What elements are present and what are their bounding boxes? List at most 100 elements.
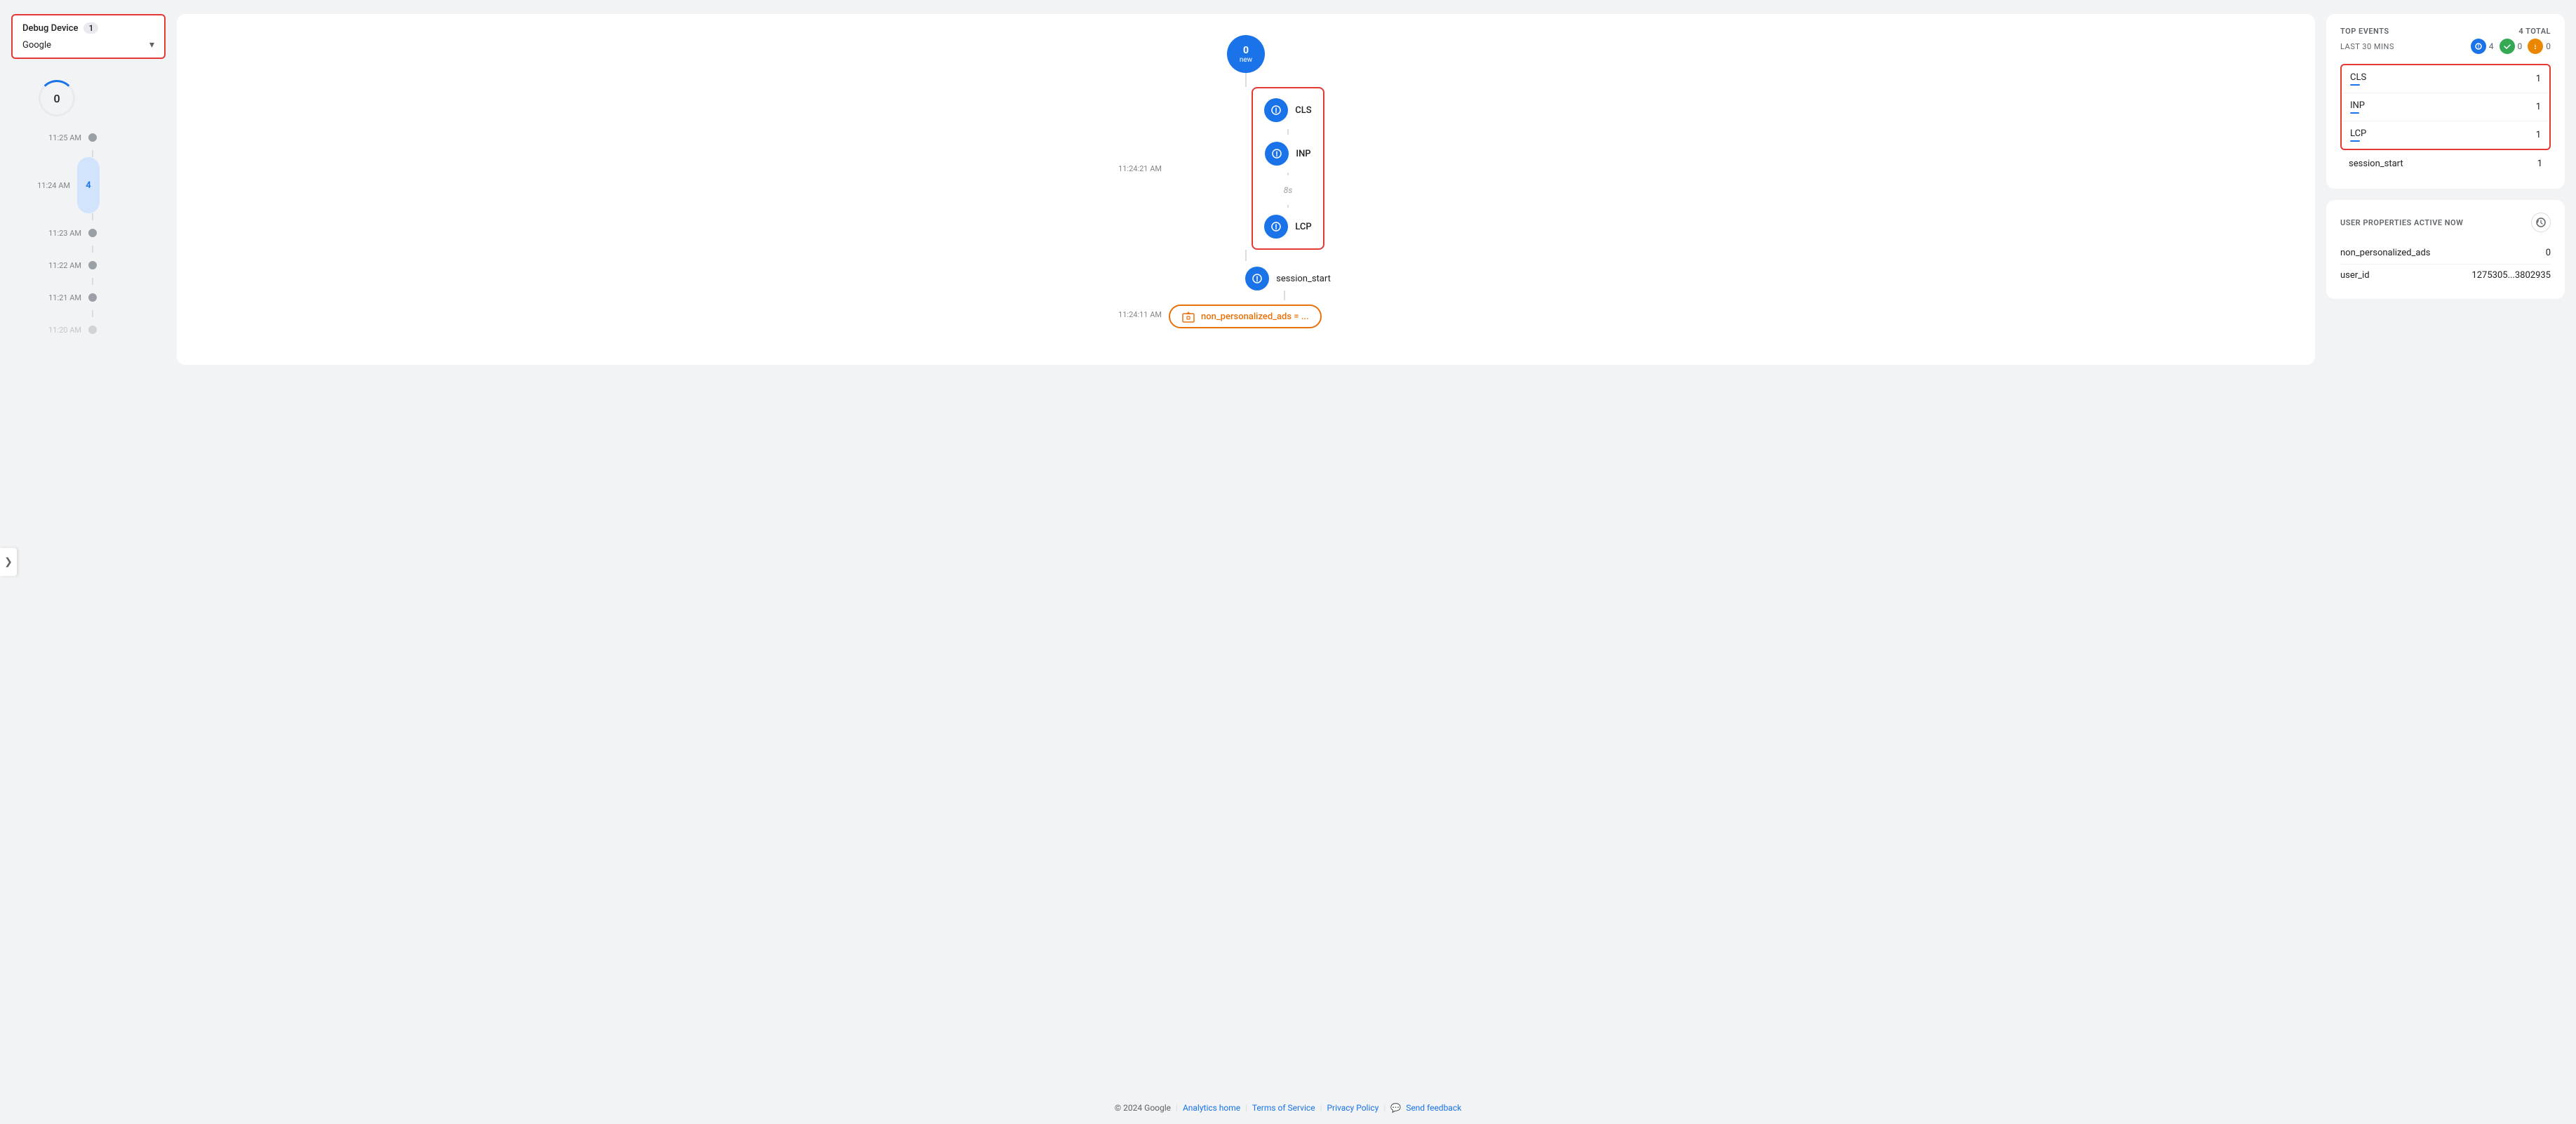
timestamp-label-1: 11:24:21 AM — [1092, 164, 1162, 173]
debug-device-panel: Debug Device 1 Google ▾ — [11, 14, 166, 59]
non-personalized-label: non_personalized_ads = ... — [1201, 312, 1309, 322]
event-group-box: CLS INP 8s — [1252, 87, 1324, 250]
badge-green: 0 — [2500, 39, 2523, 54]
timeline-line-2 — [92, 213, 93, 220]
top-events-highlighted-box: CLS 1 INP 1 LCP — [2340, 64, 2551, 150]
timeline-top-circle: 0 — [39, 80, 75, 116]
top-events-title: TOP EVENTS — [2340, 27, 2389, 36]
debug-device-selected-value: Google — [22, 40, 51, 51]
timeline-row-1123: 11:23 AM — [11, 220, 102, 246]
badge-blue-icon — [2471, 39, 2486, 54]
debug-device-badge: 1 — [83, 22, 98, 34]
debug-device-label: Debug Device — [22, 23, 78, 34]
chevron-right-icon: ❯ — [4, 556, 13, 568]
badge-orange-count: 0 — [2546, 41, 2551, 51]
event-underline-lcp — [2350, 140, 2360, 142]
event-item-lcp: LCP — [1264, 215, 1311, 239]
event-count-cls: 1 — [2536, 74, 2541, 84]
user-prop-header: USER PROPERTIES ACTIVE NOW — [2340, 213, 2551, 232]
prop-name-2: user_id — [2340, 270, 2370, 281]
event-row-cls: CLS 1 — [2342, 65, 2549, 93]
timeline-label-1124: 11:24 AM — [28, 181, 70, 190]
footer-sep-1: | — [1176, 1103, 1178, 1113]
timeline-label-1125: 11:25 AM — [39, 133, 81, 142]
footer-link-analytics[interactable]: Analytics home — [1183, 1103, 1240, 1113]
history-icon-button[interactable] — [2531, 213, 2551, 232]
session-start-icon — [1245, 267, 1269, 290]
event-item-cls: CLS — [1264, 98, 1311, 122]
timeline-row-1121: 11:21 AM — [11, 285, 102, 310]
lcp-icon — [1264, 215, 1288, 239]
event-name-lcp: LCP — [2350, 128, 2366, 139]
top-events-header: TOP EVENTS 4 TOTAL — [2340, 27, 2551, 36]
sidebar-toggle-button[interactable]: ❯ — [0, 548, 17, 576]
event-count-inp: 1 — [2536, 102, 2541, 112]
lcp-label: LCP — [1295, 222, 1311, 232]
event-count-session: 1 — [2537, 159, 2542, 169]
cls-label: CLS — [1295, 105, 1311, 116]
event-top-node: 0 new — [1227, 35, 1265, 73]
badge-green-icon — [2500, 39, 2515, 54]
event-count-lcp: 1 — [2536, 130, 2541, 140]
event-row-inp-left: INP — [2350, 100, 2365, 114]
badge-blue: 4 — [2471, 39, 2494, 54]
timeline-label-1120: 11:20 AM — [39, 326, 81, 335]
badge-orange-icon — [2528, 39, 2543, 54]
session-start-label: session_start — [1276, 274, 1331, 284]
event-underline-cls — [2350, 84, 2360, 86]
timeline-row-1120: 11:20 AM — [11, 317, 102, 342]
timeline-row-1125: 11:25 AM — [11, 125, 102, 150]
timeline-label-1123: 11:23 AM — [39, 229, 81, 238]
event-row-inp: INP 1 — [2342, 93, 2549, 121]
debug-device-dropdown[interactable]: Google ▾ — [22, 39, 154, 51]
badge-blue-count: 4 — [2489, 41, 2494, 51]
feedback-icon: 💬 — [1390, 1103, 1401, 1113]
timeline-dot-1122 — [88, 261, 97, 269]
badge-green-count: 0 — [2518, 41, 2523, 51]
footer-sep-2: | — [1245, 1103, 1247, 1113]
event-row-session-start: session_start 1 — [2340, 152, 2551, 176]
top-events-panel: TOP EVENTS 4 TOTAL LAST 30 MINS 4 — [2326, 14, 2565, 189]
timeline-label-1121: 11:21 AM — [39, 293, 81, 302]
events-center-panel: 0 new 11:24:21 AM CLS — [177, 14, 2315, 365]
event-name-inp: INP — [2350, 100, 2365, 111]
connector-line-2 — [1245, 250, 1247, 261]
timeline-dot-1120 — [88, 326, 97, 334]
chevron-down-icon: ▾ — [149, 39, 154, 51]
non-personalized-pill[interactable]: non_personalized_ads = ... — [1169, 305, 1322, 328]
footer-link-terms[interactable]: Terms of Service — [1252, 1103, 1315, 1113]
badge-orange: 0 — [2528, 39, 2551, 54]
timeline-dot-active-1124: 4 — [77, 157, 100, 213]
prop-name-1: non_personalized_ads — [2340, 248, 2430, 258]
non-personalized-row: 11:24:11 AM non_personalized_ads = ... — [1085, 300, 1407, 328]
user-properties-panel: USER PROPERTIES ACTIVE NOW non_personali… — [2326, 200, 2565, 299]
timeline-dot-1123 — [88, 229, 97, 237]
footer-copyright: © 2024 Google — [1115, 1103, 1171, 1113]
inp-label: INP — [1296, 149, 1310, 159]
timeline-row-1124: 11:24 AM 4 — [11, 157, 102, 213]
right-panels: TOP EVENTS 4 TOTAL LAST 30 MINS 4 — [2326, 14, 2565, 299]
timeline-label-1122: 11:22 AM — [39, 261, 81, 270]
event-item-inp: INP — [1265, 142, 1310, 166]
user-prop-title: USER PROPERTIES ACTIVE NOW — [2340, 218, 2463, 227]
top-events-subtitle: LAST 30 MINS — [2340, 42, 2394, 51]
cls-icon — [1264, 98, 1288, 122]
timeline-line — [92, 150, 93, 157]
connector-line-1 — [1245, 73, 1247, 87]
connector-line-3 — [1284, 290, 1285, 300]
footer: © 2024 Google | Analytics home | Terms o… — [0, 1092, 2576, 1124]
footer-sep-4: | — [1383, 1103, 1386, 1113]
footer-feedback-link[interactable]: Send feedback — [1406, 1103, 1461, 1113]
event-underline-inp — [2350, 112, 2359, 114]
footer-sep-3: | — [1320, 1103, 1322, 1113]
timeline-section: 0 11:25 AM 11:24 AM 4 11:23 AM — [11, 59, 102, 342]
timeline-line-4 — [92, 278, 93, 285]
prop-value-2: 1275305...3802935 — [2471, 270, 2551, 281]
timestamp-label-3: 11:24:11 AM — [1092, 310, 1162, 319]
footer-link-privacy[interactable]: Privacy Policy — [1327, 1103, 1378, 1113]
inner-line-3 — [1287, 205, 1289, 208]
session-start-item: session_start — [1245, 267, 1331, 290]
timeline-dot-1125 — [88, 133, 97, 142]
timeline-line-3 — [92, 246, 93, 253]
inp-icon — [1265, 142, 1289, 166]
